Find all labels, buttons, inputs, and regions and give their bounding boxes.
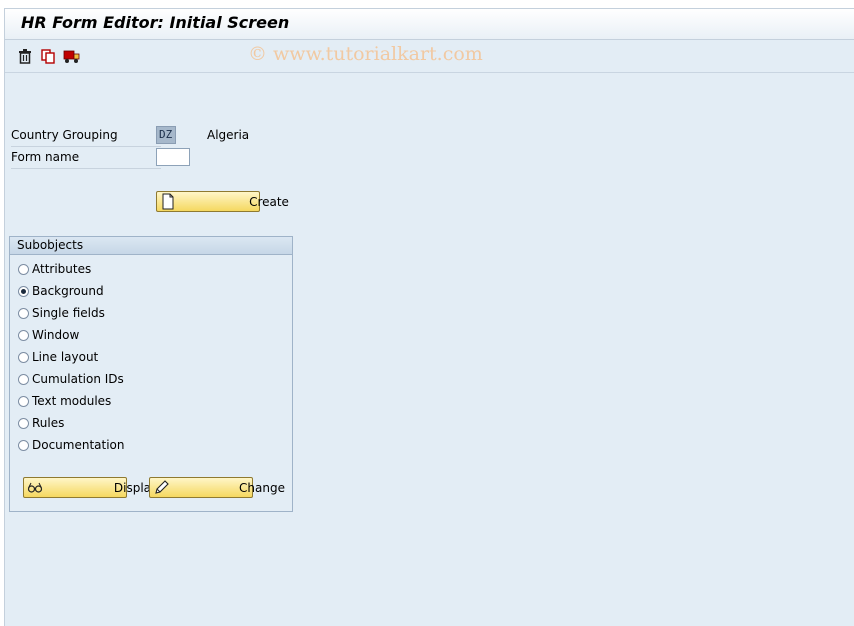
radio-button[interactable] [18,329,29,341]
radio-label: Documentation [32,438,125,452]
radio-button[interactable] [18,439,29,451]
truck-icon [63,50,80,63]
form-name-input[interactable] [156,148,190,166]
radio-label: Window [32,328,80,342]
glasses-icon [27,482,43,493]
title-bar: HR Form Editor: Initial Screen [5,9,854,40]
create-button-label: Create [249,195,289,209]
application-toolbar: © www.tutorialkart.com [5,40,854,73]
delete-button[interactable] [15,46,35,66]
radio-label: Single fields [32,306,105,320]
radio-label: Line layout [32,350,99,364]
create-button[interactable]: Create [156,191,289,212]
radio-button[interactable] [18,395,29,407]
copy-icon [40,48,55,64]
radio-line-layout[interactable]: Line layout [18,348,98,366]
country-grouping-label: Country Grouping [11,125,161,147]
radio-label: Cumulation IDs [32,372,124,386]
new-document-icon [162,193,174,210]
radio-single-fields[interactable]: Single fields [18,304,105,322]
radio-window[interactable]: Window [18,326,79,344]
main-window: HR Form Editor: Initial Screen © www.tut… [4,8,854,626]
subobjects-group: Subobjects Attributes Background Single … [9,236,293,512]
radio-attributes[interactable]: Attributes [18,260,91,278]
subobjects-header: Subobjects [10,237,292,255]
subobjects-title: Subobjects [17,238,84,252]
radio-background[interactable]: Background [18,282,104,300]
display-button[interactable]: Display [23,477,158,498]
radio-label: Rules [32,416,65,430]
trash-icon [19,48,31,64]
radio-rules[interactable]: Rules [18,414,64,432]
watermark: © www.tutorialkart.com [248,43,483,65]
radio-cumulation-ids[interactable]: Cumulation IDs [18,370,124,388]
radio-button[interactable] [18,417,29,429]
change-button-label: Change [239,481,285,495]
radio-label: Attributes [32,262,92,276]
page-title: HR Form Editor: Initial Screen [21,13,290,32]
copy-button[interactable] [38,46,58,66]
radio-documentation[interactable]: Documentation [18,436,125,454]
radio-button-selected[interactable] [18,285,29,297]
country-description: Algeria [207,128,250,142]
change-button[interactable]: Change [149,477,285,498]
transport-button[interactable] [62,46,82,66]
country-grouping-field[interactable]: DZ [156,126,176,144]
radio-text-modules[interactable]: Text modules [18,392,111,410]
radio-button[interactable] [18,351,29,363]
radio-button[interactable] [18,307,29,319]
radio-label: Background [32,284,104,298]
radio-label: Text modules [32,394,112,408]
radio-button[interactable] [18,373,29,385]
pencil-icon [155,480,169,494]
form-name-label: Form name [11,147,161,169]
radio-button[interactable] [18,263,29,275]
